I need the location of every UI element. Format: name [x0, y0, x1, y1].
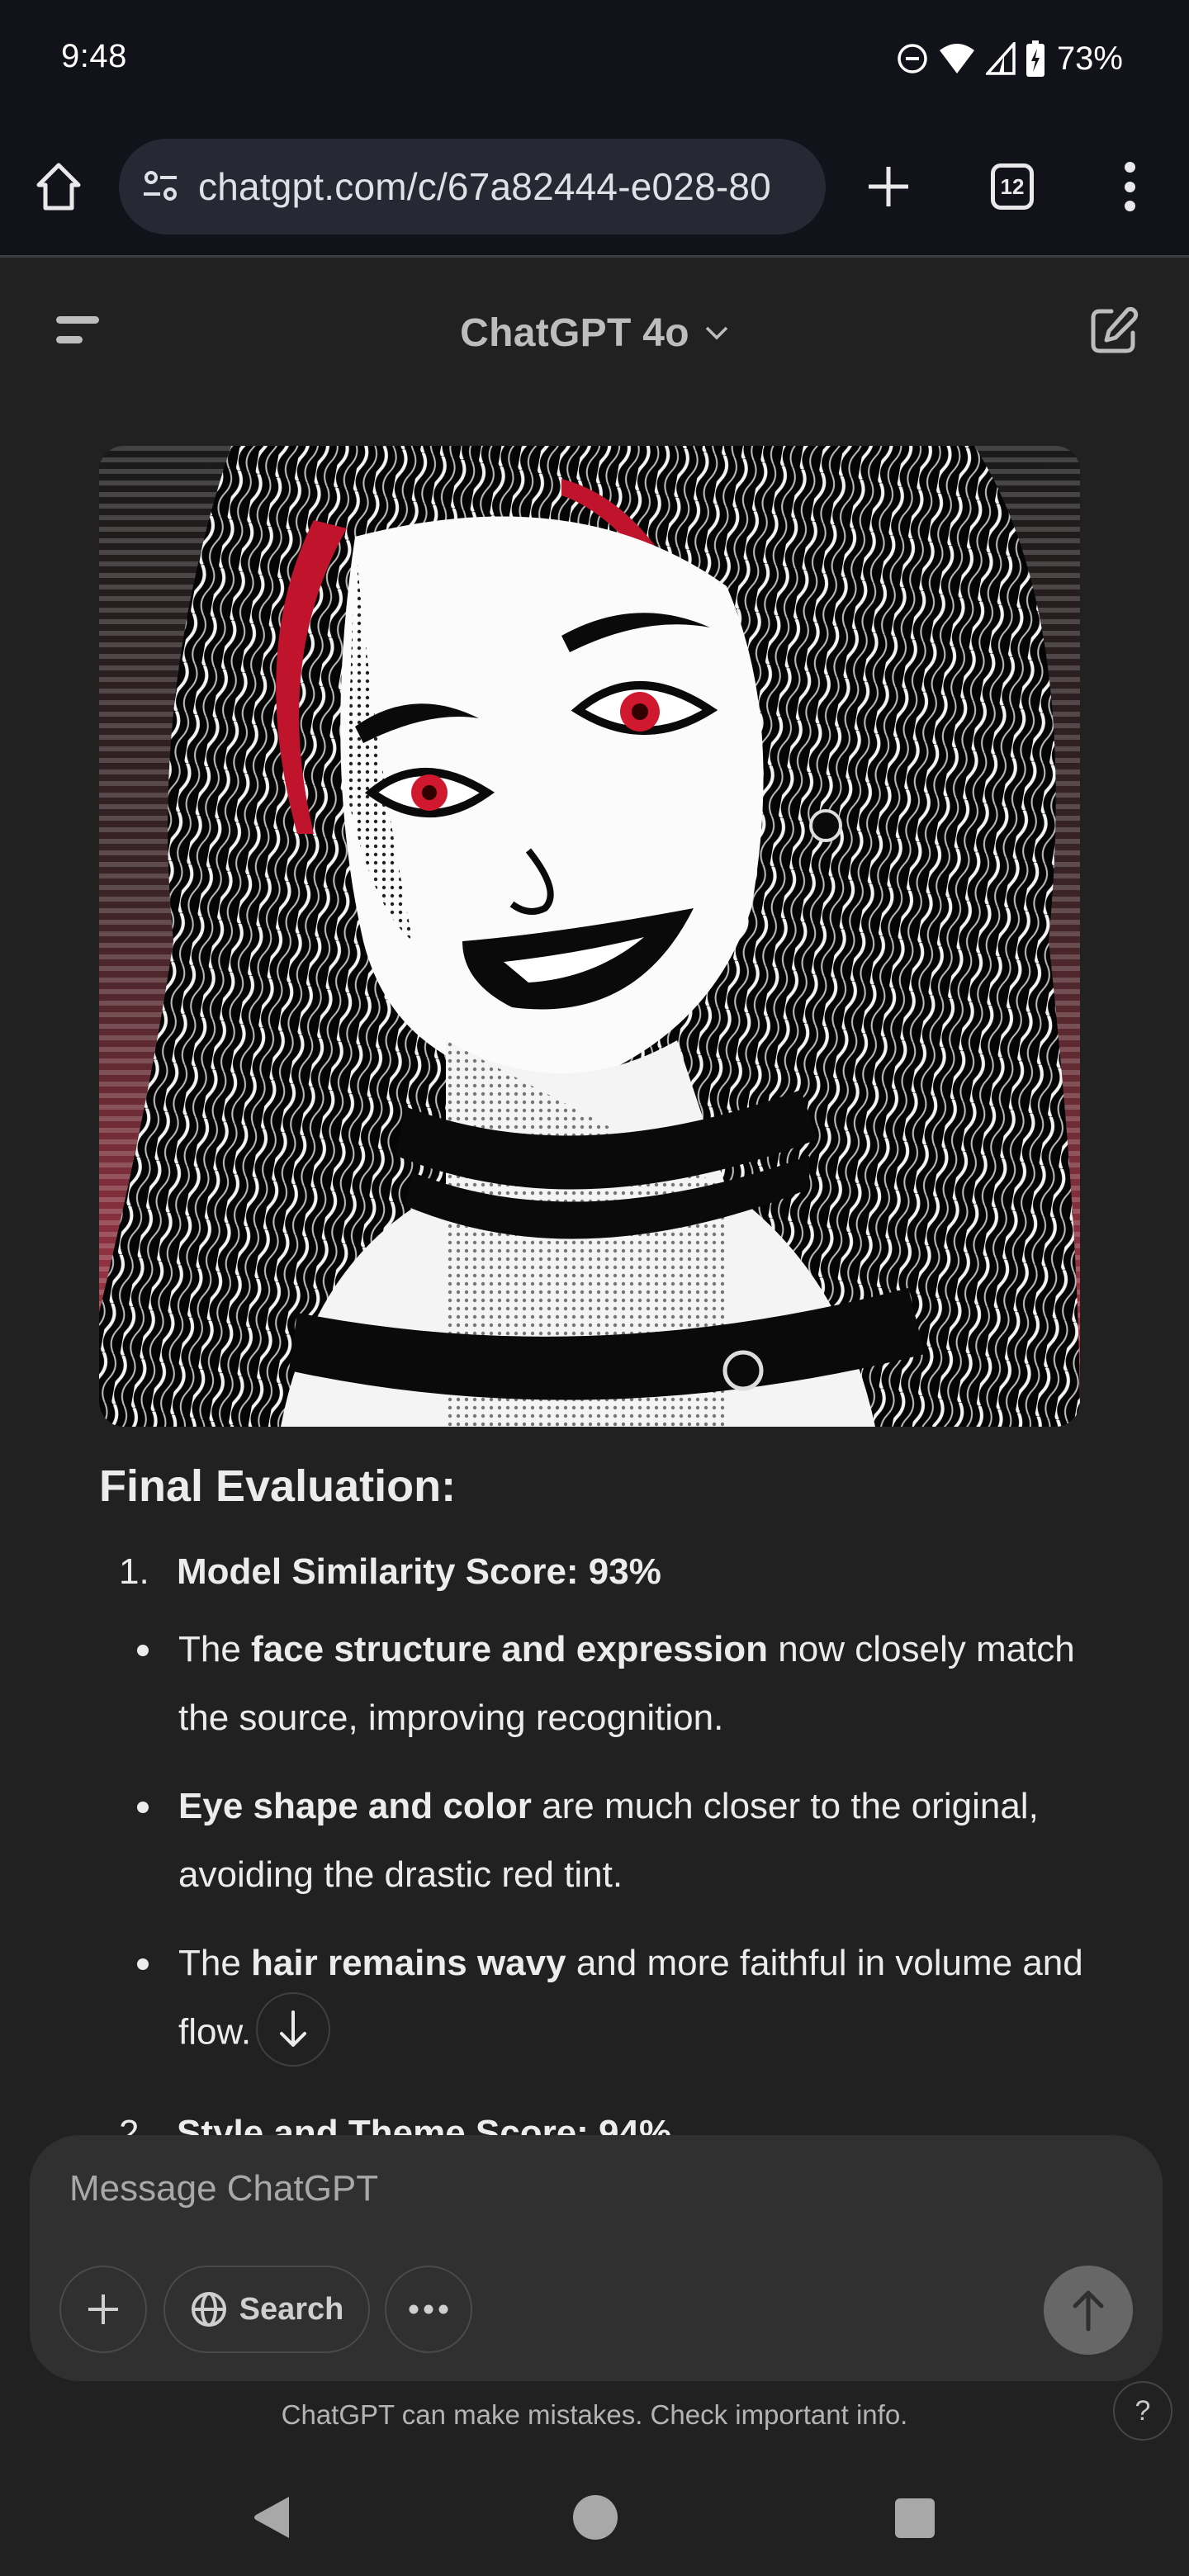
- portrait-illustration: [99, 446, 1080, 1427]
- chevron-down-icon: [705, 326, 728, 340]
- battery-percent: 73%: [1056, 40, 1123, 77]
- message-composer: Search: [30, 2135, 1163, 2381]
- nav-back-button[interactable]: [253, 2495, 291, 2544]
- chat-header: ChatGPT 4o: [0, 260, 1189, 400]
- site-settings-icon[interactable]: [140, 166, 182, 207]
- new-tab-icon: [869, 167, 908, 206]
- more-options-button[interactable]: [1113, 157, 1146, 216]
- disclaimer-text: ChatGPT can make mistakes. Check importa…: [281, 2399, 908, 2430]
- generated-image[interactable]: [99, 446, 1080, 1427]
- assistant-response: Final Evaluation: 1. Model Similarity Sc…: [99, 1445, 1090, 2091]
- item-number: 1.: [119, 1551, 149, 1592]
- response-heading: Final Evaluation:: [99, 1461, 457, 1511]
- send-button[interactable]: [1044, 2266, 1133, 2355]
- globe-icon: [191, 2292, 226, 2327]
- battery-charging-icon: [1026, 40, 1045, 77]
- new-tab-button[interactable]: [859, 157, 918, 216]
- tab-switcher-button[interactable]: 12: [991, 163, 1034, 210]
- home-icon: [36, 163, 81, 211]
- search-button[interactable]: Search: [163, 2266, 370, 2353]
- question-mark-icon: ?: [1135, 2394, 1151, 2427]
- ellipsis-icon: [409, 2304, 448, 2314]
- help-button[interactable]: ?: [1113, 2381, 1172, 2441]
- arrow-down-icon: [280, 2010, 307, 2047]
- do-not-disturb-icon: [897, 43, 928, 74]
- model-selector[interactable]: ChatGPT 4o: [446, 300, 743, 366]
- scroll-to-bottom-button[interactable]: [256, 1992, 331, 2067]
- back-triangle-icon: [254, 2497, 289, 2538]
- arrow-up-icon: [1073, 2290, 1104, 2332]
- nav-home-button[interactable]: [573, 2495, 618, 2540]
- bold-phrase: hair remains wavy: [251, 1943, 566, 1983]
- bullet-item: The face structure and expression now cl…: [99, 1615, 1090, 1752]
- new-chat-icon: [1091, 306, 1139, 353]
- more-tools-button[interactable]: [385, 2266, 472, 2353]
- model-name: ChatGPT 4o: [460, 310, 689, 355]
- wifi-icon: [938, 42, 976, 75]
- bullet-list: The face structure and expression now cl…: [99, 1615, 1090, 2072]
- sidebar-icon: [56, 316, 99, 324]
- system-nav-bar: [0, 2460, 1189, 2576]
- search-label: Search: [239, 2291, 344, 2327]
- cell-signal-icon: [985, 42, 1016, 75]
- bullet-item: Eye shape and color are much closer to t…: [99, 1772, 1090, 1909]
- bold-phrase: Eye shape and color: [178, 1786, 532, 1826]
- more-options-icon: [1124, 162, 1135, 173]
- tab-count: 12: [1000, 173, 1025, 199]
- bullet-item: The hair remains wavy and more faithful …: [99, 1929, 1090, 2072]
- status-bar: 9:48 73%: [0, 0, 1189, 124]
- nav-recents-button[interactable]: [895, 2498, 935, 2538]
- status-time: 9:48: [61, 38, 127, 74]
- home-button[interactable]: [33, 157, 84, 216]
- numbered-item: 1. Model Similarity Score: 93% The face …: [99, 1529, 1090, 2072]
- message-input[interactable]: [69, 2160, 1060, 2218]
- address-bar[interactable]: chatgpt.com/c/67a82444-e028-80: [119, 139, 826, 234]
- browser-toolbar: chatgpt.com/c/67a82444-e028-80 12: [0, 124, 1189, 258]
- new-chat-button[interactable]: [1088, 305, 1139, 356]
- plus-icon: [88, 2294, 118, 2324]
- sidebar-toggle-button[interactable]: [50, 313, 104, 353]
- status-icons: 73%: [897, 38, 1123, 79]
- url-text[interactable]: chatgpt.com/c/67a82444-e028-80: [198, 164, 771, 209]
- item-title: Model Similarity Score: 93%: [177, 1551, 661, 1592]
- bold-phrase: face structure and expression: [251, 1629, 769, 1669]
- attach-button[interactable]: [59, 2266, 147, 2353]
